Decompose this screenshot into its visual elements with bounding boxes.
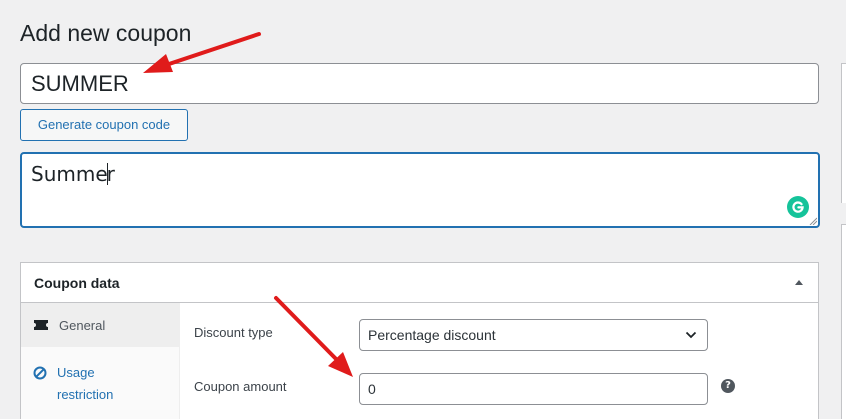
coupon-data-tabs: General Usage restriction (21, 303, 180, 419)
tab-general-label: General (59, 317, 106, 333)
sidebar-panel-edge (841, 224, 846, 419)
chevron-down-icon (685, 331, 697, 339)
collapse-toggle-icon[interactable] (795, 280, 803, 285)
resize-handle-icon[interactable] (809, 217, 817, 225)
ticket-icon (34, 320, 48, 330)
coupon-data-title: Coupon data (34, 274, 120, 291)
coupon-data-panel: Coupon data General Usage restriction Di… (20, 262, 819, 419)
discount-type-select[interactable]: Percentage discount (359, 319, 708, 351)
generate-coupon-code-button[interactable]: Generate coupon code (20, 109, 188, 141)
block-icon (33, 366, 47, 380)
coupon-code-input[interactable]: SUMMER (20, 63, 819, 104)
sidebar-panel-edge (841, 63, 846, 103)
discount-type-value: Percentage discount (368, 327, 496, 343)
coupon-data-header: Coupon data (21, 263, 818, 303)
description-text-start: Summe (31, 162, 108, 186)
coupon-description-textarea[interactable]: Summer (20, 152, 820, 228)
tab-general[interactable]: General (21, 303, 179, 347)
coupon-amount-label: Coupon amount (194, 379, 287, 394)
discount-type-label: Discount type (194, 325, 273, 340)
page-title: Add new coupon (20, 20, 192, 46)
sidebar-panel-edge (841, 103, 846, 203)
grammarly-icon[interactable] (787, 196, 809, 218)
tab-usage-restriction-label: Usage restriction (57, 365, 114, 402)
tab-usage-restriction[interactable]: Usage restriction (21, 347, 179, 415)
description-text-end: r (106, 162, 115, 186)
coupon-amount-input[interactable]: 0 (359, 373, 708, 405)
help-icon[interactable]: ? (721, 379, 735, 393)
